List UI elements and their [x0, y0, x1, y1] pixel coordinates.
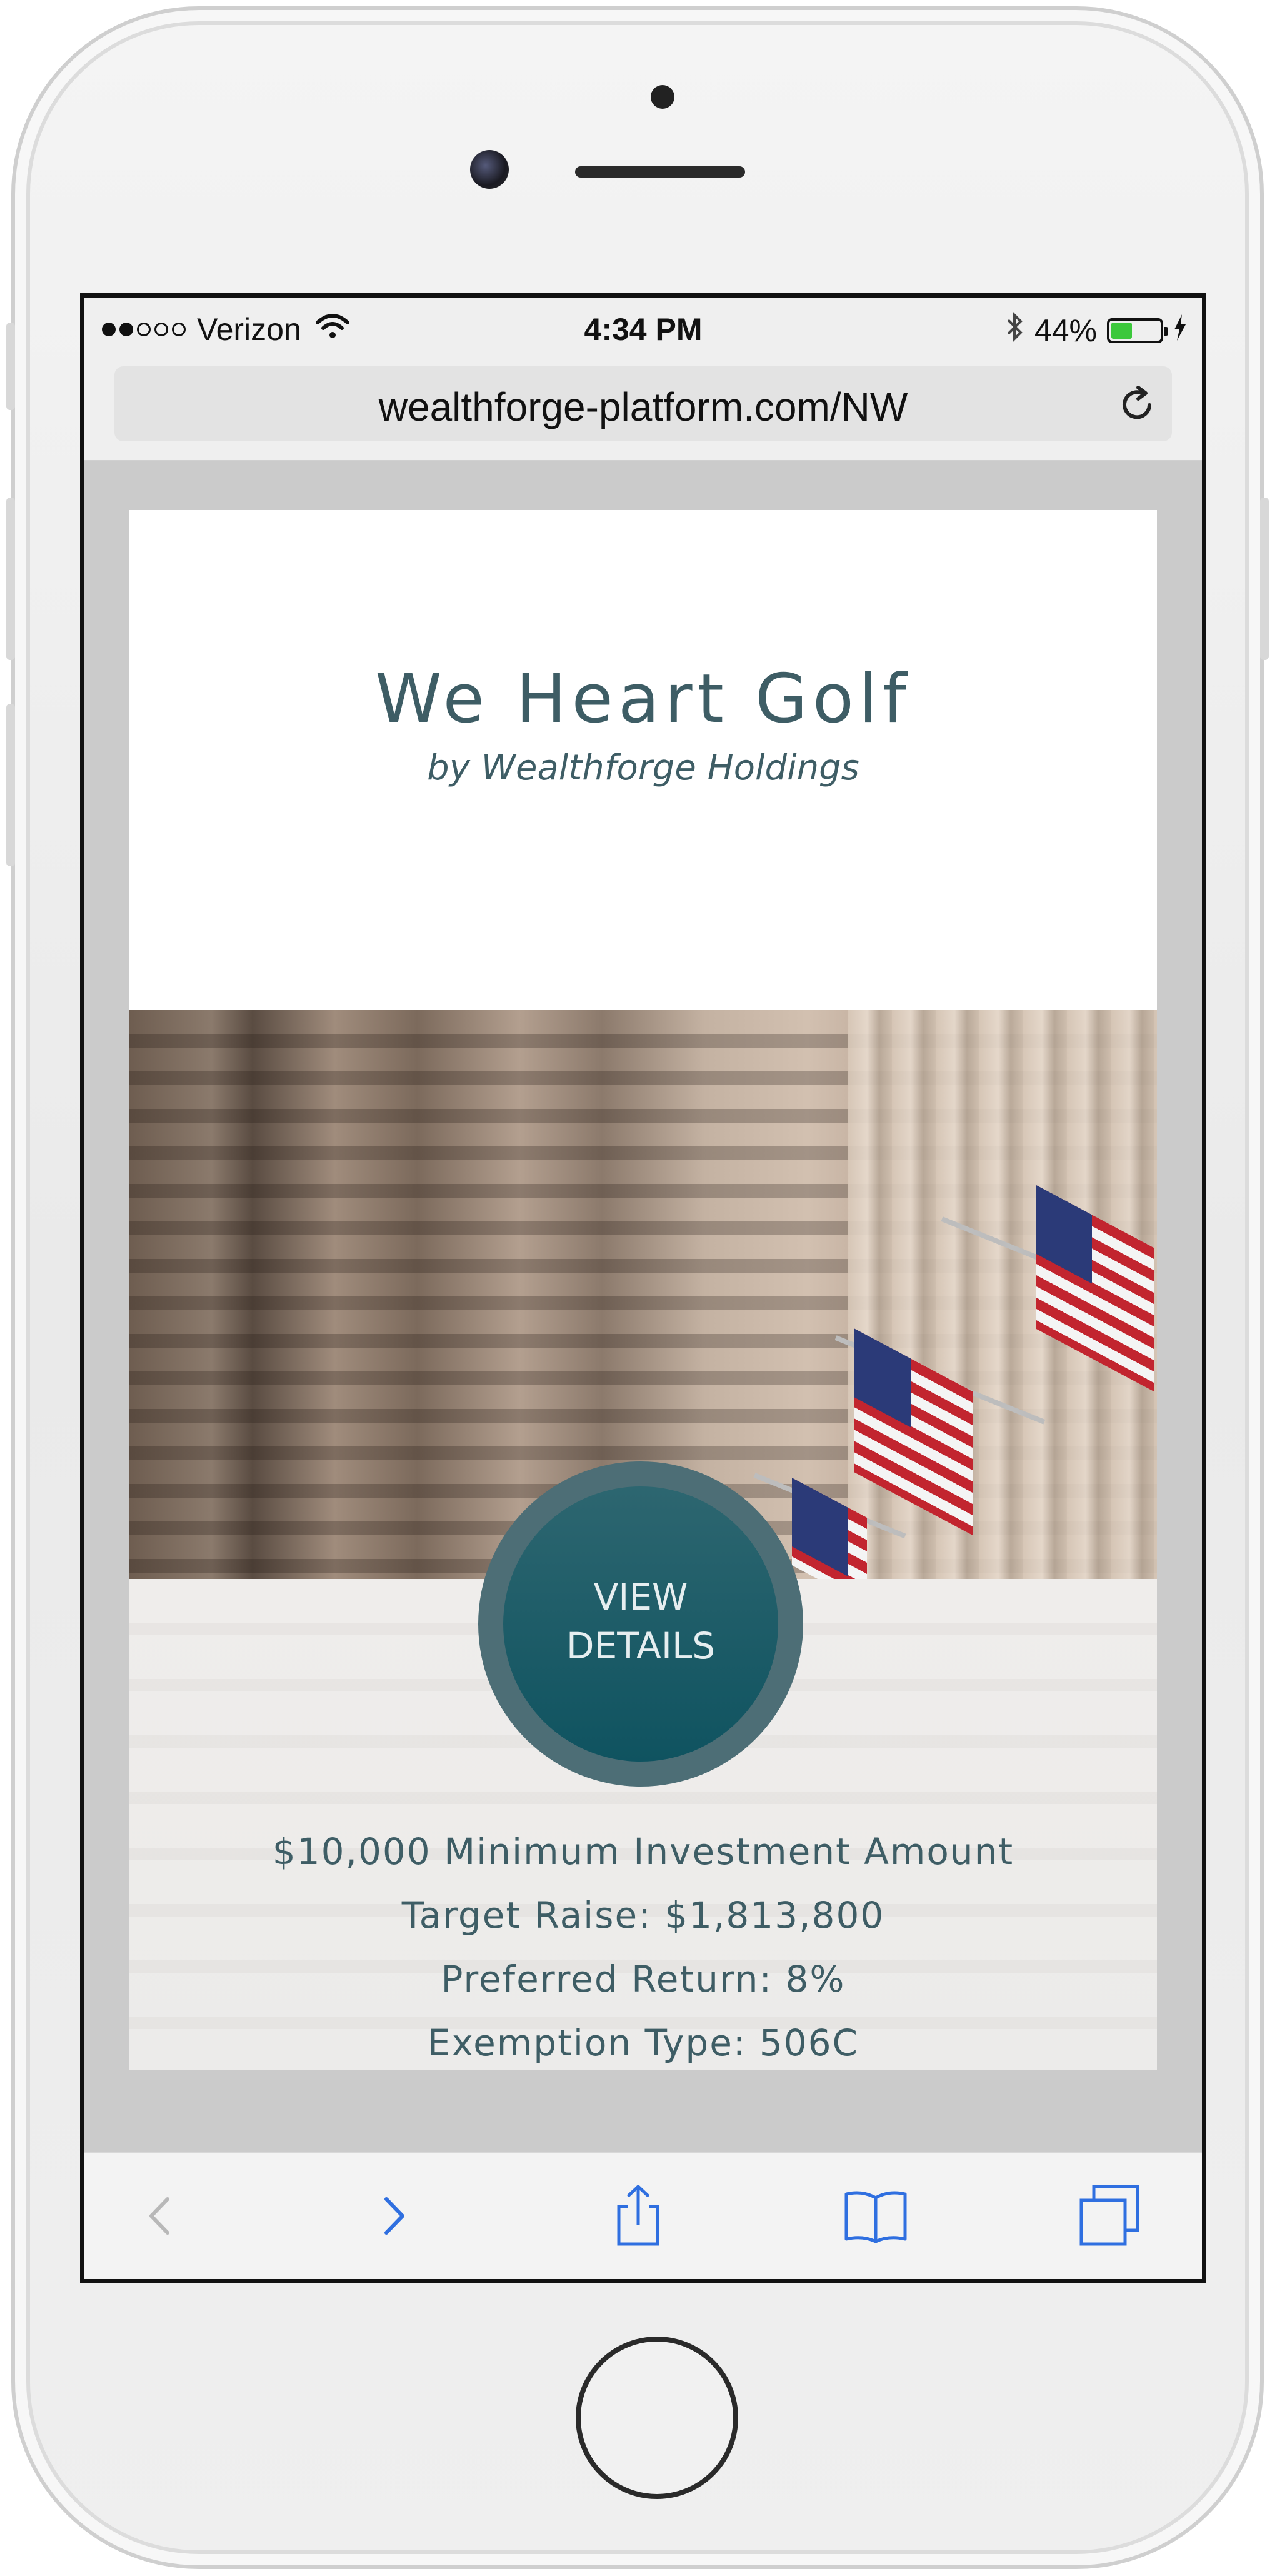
- offering-subtitle: by Wealthforge Holdings: [427, 748, 859, 788]
- bolt-icon: [1173, 314, 1187, 348]
- volume-up-button: [6, 498, 15, 660]
- bookmarks-button[interactable]: [838, 2178, 913, 2253]
- chevron-left-icon: [149, 2197, 169, 2235]
- offering-title: We Heart Golf: [375, 660, 911, 738]
- front-camera: [470, 150, 509, 189]
- volume-down-button: [6, 704, 15, 866]
- chevron-right-icon: [384, 2197, 404, 2235]
- share-button[interactable]: [601, 2178, 676, 2253]
- phone-screen: Verizon 4:34 PM 44% wealthforge-platform…: [80, 293, 1206, 2283]
- battery-percent: 44%: [1034, 313, 1097, 348]
- reload-icon[interactable]: [1117, 385, 1157, 435]
- bluetooth-icon: [1006, 311, 1024, 350]
- power-button: [1260, 498, 1269, 660]
- browser-address-area: wealthforge-platform.com/NW: [84, 360, 1202, 461]
- view-details-button[interactable]: VIEW DETAILS: [478, 1461, 803, 1787]
- exemption-type: Exemption Type: 506C: [427, 2022, 859, 2064]
- offering-info: $10,000 Minimum Investment Amount Target…: [129, 1820, 1157, 2070]
- back-button[interactable]: [123, 2178, 198, 2253]
- earpiece-speaker: [575, 166, 745, 178]
- url-text[interactable]: wealthforge-platform.com/NW: [114, 384, 1172, 430]
- forward-button[interactable]: [356, 2178, 431, 2253]
- battery-fill: [1111, 323, 1133, 339]
- minimum-investment: $10,000 Minimum Investment Amount: [272, 1830, 1014, 1873]
- home-button[interactable]: [576, 2337, 738, 2499]
- status-right: 44%: [1006, 311, 1187, 350]
- address-bar[interactable]: wealthforge-platform.com/NW: [114, 366, 1172, 441]
- battery-icon: [1107, 318, 1168, 343]
- offering-card: We Heart Golf by Wealthforge Holdings VI…: [129, 510, 1157, 2070]
- tabs-button[interactable]: [1072, 2178, 1147, 2253]
- view-details-label: VIEW DETAILS: [566, 1576, 716, 1667]
- mute-switch: [6, 323, 15, 410]
- offering-header: We Heart Golf by Wealthforge Holdings: [129, 510, 1157, 1010]
- tabs-icon: [1079, 2185, 1139, 2246]
- target-raise: Target Raise: $1,813,800: [401, 1894, 885, 1937]
- browser-toolbar: [84, 2152, 1202, 2279]
- status-bar: Verizon 4:34 PM 44%: [84, 298, 1202, 360]
- share-icon: [617, 2185, 659, 2246]
- preferred-return: Preferred Return: 8%: [441, 1958, 846, 2000]
- book-icon: [844, 2191, 907, 2243]
- proximity-sensor: [651, 85, 674, 109]
